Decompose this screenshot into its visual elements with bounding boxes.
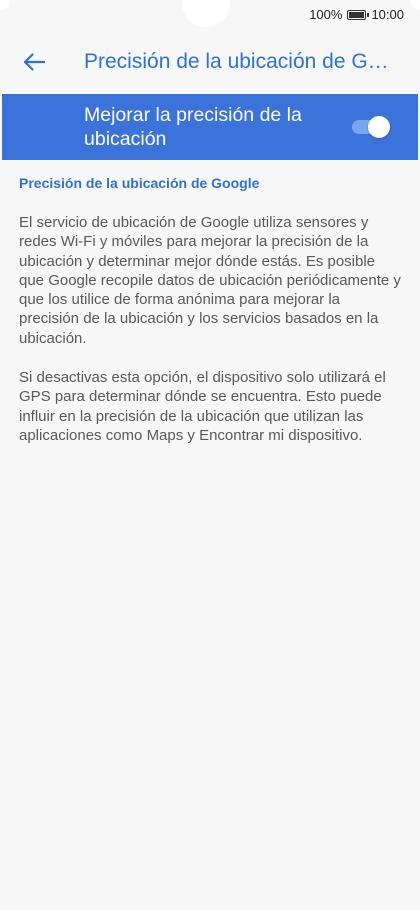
toggle-thumb xyxy=(368,116,390,138)
status-bar: 100% 10:00 xyxy=(0,0,420,30)
description-paragraph: El servicio de ubicación de Google utili… xyxy=(19,214,401,347)
screen-corner xyxy=(0,0,10,10)
arrow-left-icon xyxy=(23,53,45,71)
section-header: Precisión de la ubicación de Google xyxy=(19,175,260,191)
battery-percent: 100% xyxy=(309,7,343,22)
back-button[interactable] xyxy=(12,40,56,84)
camera-notch xyxy=(182,0,230,27)
setting-label: Mejorar la precisión de la ubicación xyxy=(84,104,302,150)
screen: 100% 10:00 Precisión de la ubicación de … xyxy=(0,0,420,910)
app-bar: Precisión de la ubicación de Google xyxy=(0,30,420,94)
status-indicators: 100% 10:00 xyxy=(309,7,404,22)
page-title: Precisión de la ubicación de Google xyxy=(84,50,394,73)
description-paragraph: Si desactivas esta opción, el dispositiv… xyxy=(19,369,386,444)
clock: 10:00 xyxy=(371,7,404,22)
screen-corner xyxy=(410,0,420,10)
location-accuracy-toggle[interactable] xyxy=(352,116,390,138)
improve-location-accuracy-row[interactable]: Mejorar la precisión de la ubicación xyxy=(2,94,418,160)
battery-icon xyxy=(347,9,370,20)
